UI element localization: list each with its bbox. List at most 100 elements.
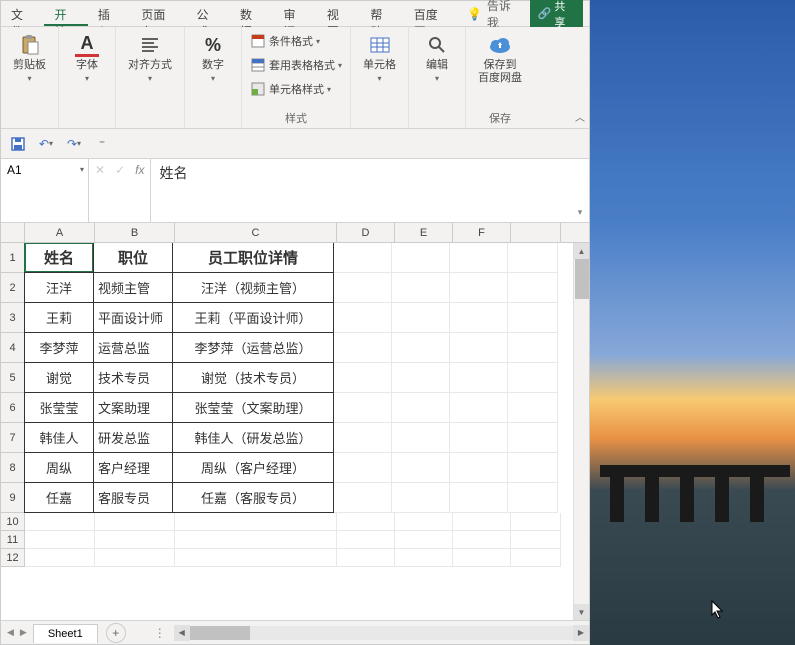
cell-A5[interactable]: 谢觉 bbox=[24, 362, 94, 393]
row-header-8[interactable]: 8 bbox=[1, 453, 25, 483]
row-header-3[interactable]: 3 bbox=[1, 303, 25, 333]
cell-G10[interactable] bbox=[511, 513, 561, 531]
cell-A10[interactable] bbox=[25, 513, 95, 531]
cell-C8[interactable]: 周纵（客户经理） bbox=[172, 452, 334, 483]
tab-data[interactable]: 数据 bbox=[230, 1, 273, 26]
table-format-button[interactable]: 套用表格格式 ▾ bbox=[250, 55, 342, 75]
editing-button[interactable]: 编辑▾ bbox=[417, 31, 457, 87]
hscroll-thumb[interactable] bbox=[190, 626, 250, 640]
cell-A3[interactable]: 王莉 bbox=[24, 302, 94, 333]
redo-button[interactable]: ↷ ▾ bbox=[65, 135, 83, 153]
cell-E4[interactable] bbox=[392, 333, 450, 363]
cell-G4[interactable] bbox=[508, 333, 558, 363]
cell-B12[interactable] bbox=[95, 549, 175, 567]
column-header-blank[interactable] bbox=[511, 223, 561, 242]
cell-E7[interactable] bbox=[392, 423, 450, 453]
scroll-split-handle[interactable]: ⋮ bbox=[146, 626, 174, 640]
cell-D12[interactable] bbox=[337, 549, 395, 567]
cell-G3[interactable] bbox=[508, 303, 558, 333]
cell-A7[interactable]: 韩佳人 bbox=[24, 422, 94, 453]
cell-E2[interactable] bbox=[392, 273, 450, 303]
tab-formulas[interactable]: 公式 bbox=[187, 1, 230, 26]
sheet-tab-sheet1[interactable]: Sheet1 bbox=[33, 624, 98, 643]
cell-F8[interactable] bbox=[450, 453, 508, 483]
confirm-button[interactable]: ✓ bbox=[115, 163, 125, 177]
cell-D1[interactable] bbox=[334, 243, 392, 273]
cell-D10[interactable] bbox=[337, 513, 395, 531]
tab-view[interactable]: 视图 bbox=[317, 1, 360, 26]
scroll-left-button[interactable]: ◀ bbox=[174, 625, 190, 641]
cell-A6[interactable]: 张莹莹 bbox=[24, 392, 94, 423]
column-header-E[interactable]: E bbox=[395, 223, 453, 242]
cell-G9[interactable] bbox=[508, 483, 558, 513]
cell-G11[interactable] bbox=[511, 531, 561, 549]
tab-baidu[interactable]: 百度网 bbox=[404, 1, 459, 26]
row-header-10[interactable]: 10 bbox=[1, 513, 25, 531]
cell-B10[interactable] bbox=[95, 513, 175, 531]
cell-F11[interactable] bbox=[453, 531, 511, 549]
cell-F3[interactable] bbox=[450, 303, 508, 333]
cell-A12[interactable] bbox=[25, 549, 95, 567]
expand-formula-bar-button[interactable]: ▾ bbox=[571, 159, 589, 222]
cancel-button[interactable]: ✕ bbox=[95, 163, 105, 177]
horizontal-scrollbar[interactable]: ⋮ ◀ ▶ bbox=[146, 625, 589, 641]
tab-review[interactable]: 审阅 bbox=[273, 1, 316, 26]
collapse-ribbon-button[interactable]: ︿ bbox=[575, 109, 585, 124]
font-button[interactable]: A 字体▾ bbox=[67, 31, 107, 87]
cell-D3[interactable] bbox=[334, 303, 392, 333]
cell-B8[interactable]: 客户经理 bbox=[93, 452, 173, 483]
cell-C3[interactable]: 王莉（平面设计师） bbox=[172, 302, 334, 333]
cell-G2[interactable] bbox=[508, 273, 558, 303]
row-header-9[interactable]: 9 bbox=[1, 483, 25, 513]
fx-button[interactable]: fx bbox=[135, 163, 144, 177]
cell-B7[interactable]: 研发总监 bbox=[93, 422, 173, 453]
row-header-5[interactable]: 5 bbox=[1, 363, 25, 393]
column-header-B[interactable]: B bbox=[95, 223, 175, 242]
cell-B3[interactable]: 平面设计师 bbox=[93, 302, 173, 333]
tab-file[interactable]: 文件 bbox=[1, 1, 44, 26]
row-header-11[interactable]: 11 bbox=[1, 531, 25, 549]
cell-D8[interactable] bbox=[334, 453, 392, 483]
qat-customize-button[interactable]: ⁼ bbox=[93, 135, 111, 153]
cell-E9[interactable] bbox=[392, 483, 450, 513]
cell-D6[interactable] bbox=[334, 393, 392, 423]
cell-C5[interactable]: 谢觉（技术专员） bbox=[172, 362, 334, 393]
cell-D7[interactable] bbox=[334, 423, 392, 453]
row-header-4[interactable]: 4 bbox=[1, 333, 25, 363]
row-header-7[interactable]: 7 bbox=[1, 423, 25, 453]
formula-input[interactable]: 姓名 bbox=[151, 159, 571, 222]
cell-C2[interactable]: 汪洋（视频主管） bbox=[172, 272, 334, 303]
cell-A11[interactable] bbox=[25, 531, 95, 549]
save-button[interactable] bbox=[9, 135, 27, 153]
cell-D9[interactable] bbox=[334, 483, 392, 513]
number-button[interactable]: % 数字▾ bbox=[193, 31, 233, 87]
cell-B5[interactable]: 技术专员 bbox=[93, 362, 173, 393]
cell-A2[interactable]: 汪洋 bbox=[24, 272, 94, 303]
column-header-D[interactable]: D bbox=[337, 223, 395, 242]
cell-E11[interactable] bbox=[395, 531, 453, 549]
cell-A4[interactable]: 李梦萍 bbox=[24, 332, 94, 363]
cell-D11[interactable] bbox=[337, 531, 395, 549]
cell-G12[interactable] bbox=[511, 549, 561, 567]
cell-F1[interactable] bbox=[450, 243, 508, 273]
tab-insert[interactable]: 插入 bbox=[88, 1, 131, 26]
cell-E1[interactable] bbox=[392, 243, 450, 273]
cell-B2[interactable]: 视频主管 bbox=[93, 272, 173, 303]
undo-button[interactable]: ↶ ▾ bbox=[37, 135, 55, 153]
cell-B4[interactable]: 运营总监 bbox=[93, 332, 173, 363]
scroll-down-button[interactable]: ▼ bbox=[574, 604, 589, 620]
cell-C7[interactable]: 韩佳人（研发总监） bbox=[172, 422, 334, 453]
alignment-button[interactable]: 对齐方式▾ bbox=[124, 31, 176, 87]
cell-E3[interactable] bbox=[392, 303, 450, 333]
cell-B11[interactable] bbox=[95, 531, 175, 549]
dropdown-icon[interactable]: ▾ bbox=[80, 165, 84, 174]
cell-C12[interactable] bbox=[175, 549, 337, 567]
cell-E12[interactable] bbox=[395, 549, 453, 567]
select-all-corner[interactable] bbox=[1, 223, 25, 242]
cells-button[interactable]: 单元格▾ bbox=[359, 31, 400, 87]
cell-E5[interactable] bbox=[392, 363, 450, 393]
cell-B1[interactable]: 职位 bbox=[93, 243, 173, 273]
cell-G8[interactable] bbox=[508, 453, 558, 483]
cell-C6[interactable]: 张莹莹（文案助理） bbox=[172, 392, 334, 423]
cell-G5[interactable] bbox=[508, 363, 558, 393]
